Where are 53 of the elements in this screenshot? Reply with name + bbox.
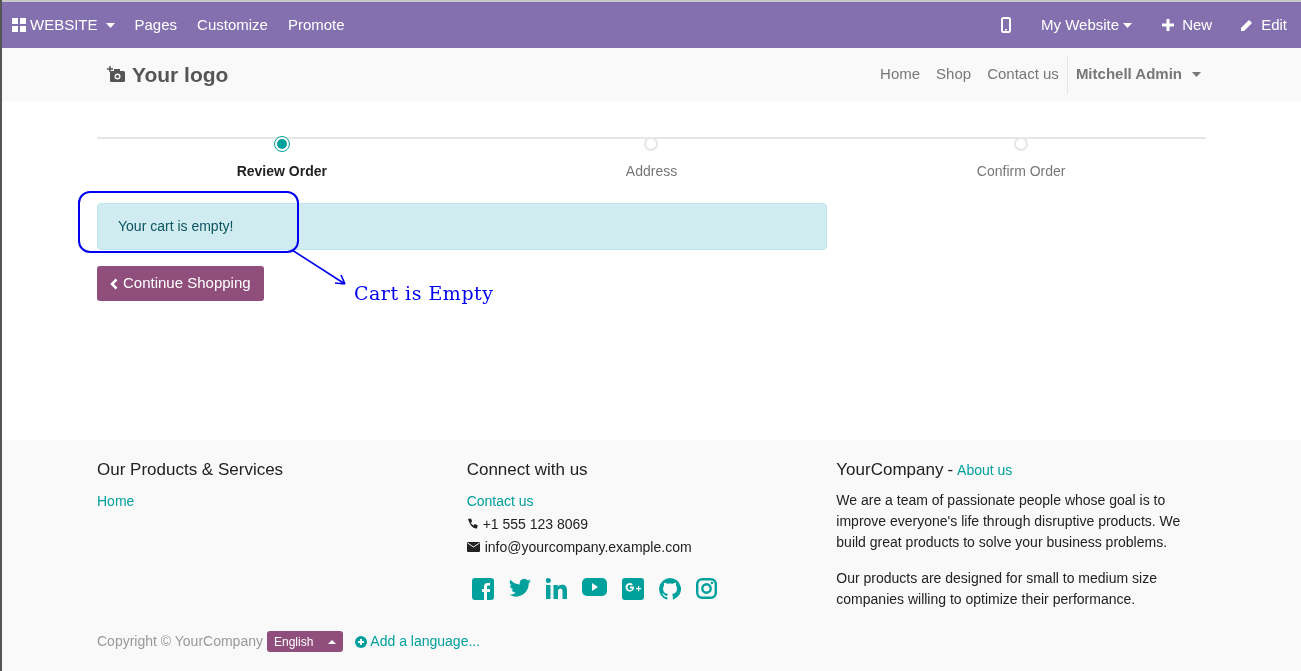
camera-icon bbox=[107, 66, 126, 83]
facebook-icon[interactable] bbox=[471, 577, 494, 600]
caret-icon bbox=[1192, 72, 1201, 77]
logo-text[interactable]: Your logo bbox=[132, 58, 229, 91]
footer-heading: Connect with us bbox=[466, 459, 589, 481]
annotation-arrow bbox=[291, 249, 347, 287]
caret-icon bbox=[1123, 22, 1133, 28]
nav-link[interactable]: Home bbox=[880, 63, 921, 86]
phone-number: +1 555 123 8069 bbox=[482, 514, 589, 534]
email-address: info@yourcompany.example.com bbox=[484, 537, 692, 557]
instagram-icon[interactable] bbox=[695, 577, 717, 599]
admin-menu-item[interactable]: Promote bbox=[277, 13, 355, 37]
caret-icon bbox=[328, 639, 337, 644]
edit-button[interactable]: Edit bbox=[1240, 13, 1287, 37]
copyright-text: Copyright © YourCompany bbox=[97, 632, 263, 651]
step-label: Review Order bbox=[236, 162, 327, 181]
step-label: Confirm Order bbox=[976, 162, 1066, 181]
twitter-icon[interactable] bbox=[508, 577, 531, 598]
footer-heading: Our Products & Services bbox=[97, 459, 285, 481]
nav-link[interactable]: Shop bbox=[936, 63, 972, 86]
admin-menu-item[interactable]: Pages bbox=[124, 13, 188, 37]
chevron-left-icon bbox=[110, 277, 118, 290]
caret-icon bbox=[105, 22, 115, 28]
footer-heading: YourCompany bbox=[836, 459, 944, 481]
grid-icon bbox=[12, 18, 26, 32]
add-language-link[interactable]: Add a language... bbox=[355, 631, 481, 652]
google-plus-icon[interactable] bbox=[621, 577, 644, 600]
nav-link[interactable]: Contact us bbox=[987, 63, 1059, 86]
pencil-icon bbox=[1240, 18, 1254, 32]
linkedin-icon[interactable] bbox=[545, 577, 567, 599]
about-paragraph: Our products are designed for small to medium size companies willing to optimize their performance. bbox=[836, 568, 1158, 609]
step-label: Address bbox=[625, 162, 678, 181]
separator-text: - bbox=[947, 459, 954, 481]
annotation-label: Cart is Empty bbox=[354, 281, 494, 306]
plus-icon bbox=[1162, 19, 1175, 31]
contact-us-link[interactable]: Contact us bbox=[466, 490, 534, 512]
footer-link[interactable]: Home bbox=[97, 490, 135, 512]
new-button[interactable]: New bbox=[1162, 13, 1213, 37]
github-icon[interactable] bbox=[658, 577, 681, 600]
website-dropdown[interactable]: My Website bbox=[1041, 13, 1133, 37]
mobile-phone-icon[interactable] bbox=[1001, 17, 1012, 33]
language-dropdown[interactable]: English bbox=[266, 631, 344, 652]
about-us-link[interactable]: About us bbox=[957, 460, 1013, 481]
admin-menu-item[interactable]: Customize bbox=[187, 13, 278, 37]
user-menu-button[interactable]: Mitchell Admin bbox=[1075, 63, 1201, 86]
envelope-icon bbox=[466, 542, 480, 552]
alert-message: Your cart is empty! bbox=[118, 217, 234, 236]
apps-menu-button[interactable]: WEBSITE bbox=[12, 2, 125, 48]
about-paragraph: We are a team of passionate people whose goal is to improve everyone's life through disruptive products. We build great products to solve your business problems. bbox=[836, 490, 1182, 552]
phone-icon bbox=[466, 518, 478, 530]
plus-circle-icon bbox=[355, 635, 368, 648]
youtube-icon[interactable] bbox=[581, 577, 607, 596]
continue-shopping-button[interactable]: Continue Shopping bbox=[97, 266, 264, 301]
